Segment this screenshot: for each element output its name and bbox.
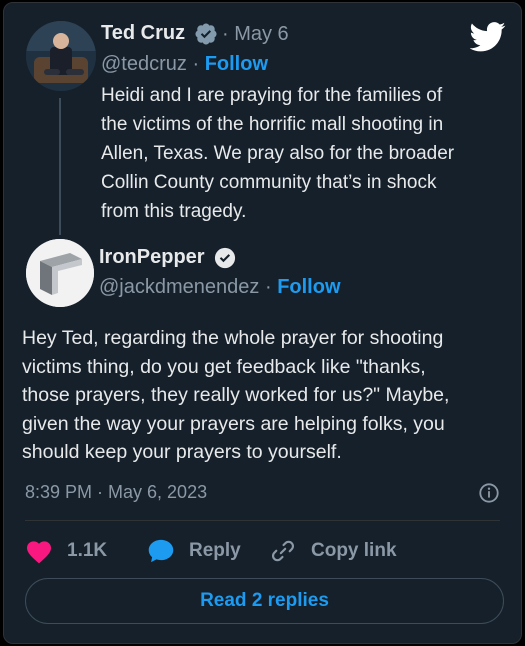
tweet-line: those prayers, they really worked for us… xyxy=(22,384,450,406)
handle-text[interactable]: @tedcruz xyxy=(101,53,187,75)
tweet-timestamp[interactable]: 8:39 PM · May 6, 2023 xyxy=(25,482,207,503)
copy-link-button[interactable]: Copy link xyxy=(269,537,397,565)
verified-badge-icon xyxy=(215,247,236,268)
follow-button-original[interactable]: Follow xyxy=(205,53,268,75)
speech-bubble-icon xyxy=(148,539,174,563)
like-button[interactable]: 1.1K xyxy=(25,537,107,565)
reply-button[interactable]: Reply xyxy=(147,537,241,565)
like-count: 1.1K xyxy=(67,540,108,561)
handle-text[interactable]: @jackdmenendez xyxy=(99,276,259,298)
tweet-line: from this tragedy. xyxy=(101,201,247,222)
tweet-line: the victims of the horrific mall shootin… xyxy=(101,114,444,135)
author-name-reply[interactable]: IronPepper xyxy=(99,246,236,269)
tweet-line: Heidi and I are praying for the families… xyxy=(101,85,443,106)
info-icon[interactable] xyxy=(478,482,500,504)
tweet-line: Allen, Texas. We pray also for the broad… xyxy=(101,143,455,164)
heart-icon xyxy=(26,541,52,564)
divider xyxy=(25,520,500,521)
tweet-embed-card: Ted Cruz · May 6 @tedcruz · Follow Heidi… xyxy=(3,2,522,644)
read-replies-button[interactable]: Read 2 replies xyxy=(25,578,504,624)
tweet-line: victims thing, do you get feedback like … xyxy=(22,355,426,378)
tweet-line: given the way your prayers are helping f… xyxy=(22,412,445,435)
link-icon xyxy=(271,540,295,562)
separator-dot: · xyxy=(192,53,200,75)
author-handle-original: @tedcruz · Follow xyxy=(101,53,268,76)
follow-button-reply[interactable]: Follow xyxy=(277,276,340,298)
tweet-line: Collin County community that’s in shock xyxy=(101,172,437,193)
read-replies-label: Read 2 replies xyxy=(200,590,329,611)
tweet-line: should keep your prayers to yourself. xyxy=(22,441,342,463)
tweet-date-original[interactable]: · May 6 xyxy=(222,23,289,46)
reply-label: Reply xyxy=(189,540,241,561)
author-name-original[interactable]: Ted Cruz xyxy=(101,22,217,45)
separator-dot: · xyxy=(264,276,272,298)
tweet-body-original: Heidi and I are praying for the families… xyxy=(101,81,454,226)
copy-link-label: Copy link xyxy=(311,540,397,561)
avatar-ironpepper[interactable] xyxy=(26,239,94,307)
avatar-ted-cruz[interactable] xyxy=(26,21,96,91)
thread-connector-line xyxy=(59,98,61,235)
verified-badge-icon xyxy=(195,23,217,45)
tweet-body-reply: Hey Ted, regarding the whole prayer for … xyxy=(22,324,449,467)
author-handle-reply: @jackdmenendez · Follow xyxy=(99,276,341,299)
twitter-bird-icon[interactable] xyxy=(470,22,506,52)
tweet-line: Hey Ted, regarding the whole prayer for … xyxy=(22,327,444,349)
